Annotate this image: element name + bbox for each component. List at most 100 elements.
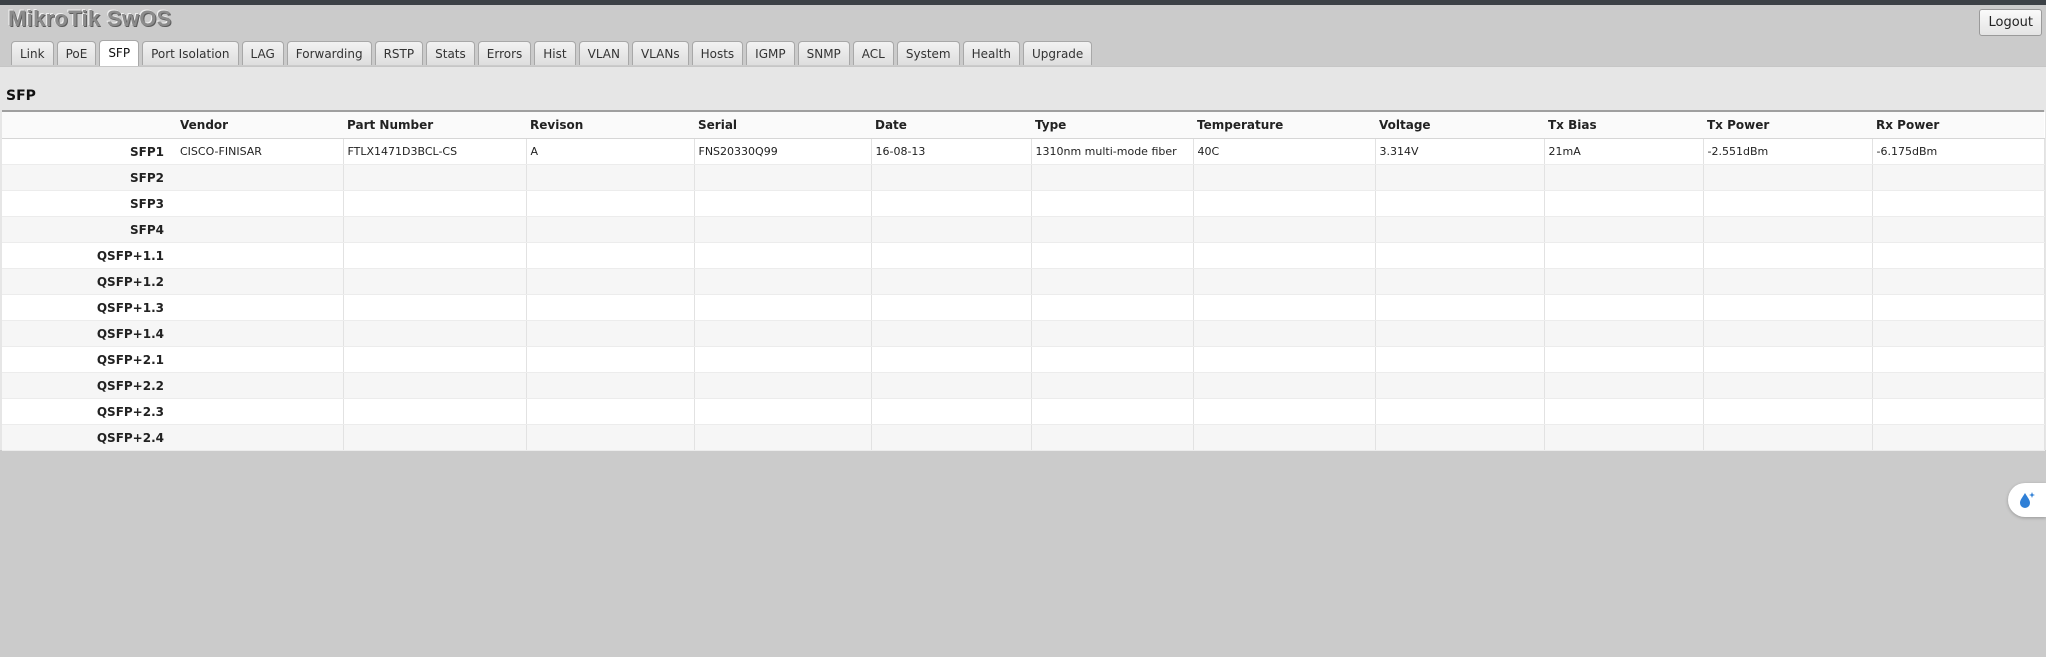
table-cell [176,424,344,451]
table-row: QSFP+1.1 [2,242,2045,269]
table-cell [1031,424,1194,451]
table-cell [871,320,1032,347]
table-cell: -6.175dBm [1872,138,2045,165]
table-cell [1703,164,1873,191]
table-row: QSFP+1.3 [2,294,2045,321]
table-row: SFP3 [2,190,2045,217]
table-cell [1872,424,2045,451]
table-cell [176,242,344,269]
table-cell [343,320,527,347]
table-cell [1193,424,1376,451]
section-title: SFP [6,88,36,104]
table-cell [1544,242,1704,269]
table-cell [1872,216,2045,243]
table-cell [1872,294,2045,321]
table-cell [1193,268,1376,295]
table-cell [343,294,527,321]
table-cell: FNS20330Q99 [694,138,872,165]
table-cell [1375,164,1545,191]
table-cell [871,164,1032,191]
port-name: QSFP+2.3 [2,398,176,425]
port-name: QSFP+1.1 [2,242,176,269]
table-row: QSFP+2.4 [2,424,2045,451]
table-cell [176,398,344,425]
table-cell [1375,346,1545,373]
table-cell [1544,268,1704,295]
tab-sfp[interactable]: SFP [99,40,140,66]
app-title: MikroTik SwOS [8,6,172,31]
tab-health[interactable]: Health [962,41,1020,65]
table-cell [1544,164,1704,191]
tab-igmp[interactable]: IGMP [746,41,795,65]
column-header: Type [1031,112,1193,139]
table-cell [343,190,527,217]
top-accent-bar [0,0,2046,5]
tab-forwarding[interactable]: Forwarding [286,41,372,65]
tab-upgrade[interactable]: Upgrade [1023,41,1093,65]
table-cell [1031,268,1194,295]
table-cell [1193,372,1376,399]
column-header: Voltage [1375,112,1544,139]
table-cell [1031,242,1194,269]
table-cell [1375,294,1545,321]
table-cell [694,398,872,425]
table-cell [871,216,1032,243]
sfp-panel: SFP Vendor Part Number Revison Serial Date Ty… [0,66,2046,451]
port-name: SFP4 [2,216,176,243]
tab-snmp[interactable]: SNMP [797,41,850,65]
table-cell [1872,346,2045,373]
tab-rstp[interactable]: RSTP [374,41,424,65]
table-cell [1193,398,1376,425]
tab-link[interactable]: Link [11,41,54,65]
tab-stats[interactable]: Stats [426,41,475,65]
tab-bar: Link PoE SFP Port Isolation LAG Forwarding RST… [11,40,1093,66]
tab-hist[interactable]: Hist [534,41,576,65]
table-cell [343,346,527,373]
table-cell [1375,242,1545,269]
port-name: QSFP+1.3 [2,294,176,321]
table-cell [1193,346,1376,373]
table-cell [526,242,695,269]
table-cell: CISCO-FINISAR [176,138,344,165]
table-cell [1375,190,1545,217]
tab-system[interactable]: System [896,41,960,65]
table-cell [1703,190,1873,217]
port-name: QSFP+2.2 [2,372,176,399]
port-name: QSFP+2.1 [2,346,176,373]
column-header: Date [871,112,1031,139]
table-cell [694,190,872,217]
table-cell [343,216,527,243]
table-cell [526,424,695,451]
tab-vlans[interactable]: VLANs [631,41,689,65]
tab-acl[interactable]: ACL [852,41,894,65]
tab-poe[interactable]: PoE [56,41,97,65]
table-cell: 3.314V [1375,138,1545,165]
table-cell [871,242,1032,269]
table-cell [694,424,872,451]
port-name: SFP2 [2,164,176,191]
table-cell [1193,164,1376,191]
port-name: QSFP+1.2 [2,268,176,295]
column-header: Serial [694,112,871,139]
table-cell [176,216,344,243]
table-cell [526,268,695,295]
table-cell [343,372,527,399]
column-header: Part Number [343,112,526,139]
column-header: Vendor [176,112,343,139]
tab-hosts[interactable]: Hosts [691,41,744,65]
tab-vlan[interactable]: VLAN [578,41,629,65]
water-drop-sparkle-icon [2020,492,2035,508]
table-cell [1375,398,1545,425]
table-cell [1703,346,1873,373]
tab-port-isolation[interactable]: Port Isolation [142,41,239,65]
assistant-floating-button[interactable] [2008,483,2046,517]
table-cell [1872,164,2045,191]
table-cell [1872,190,2045,217]
tab-lag[interactable]: LAG [241,41,284,65]
tab-errors[interactable]: Errors [477,41,532,65]
table-cell [343,242,527,269]
table-cell [1544,320,1704,347]
table-cell [694,242,872,269]
logout-button[interactable]: Logout [1979,9,2042,36]
table-cell [176,346,344,373]
